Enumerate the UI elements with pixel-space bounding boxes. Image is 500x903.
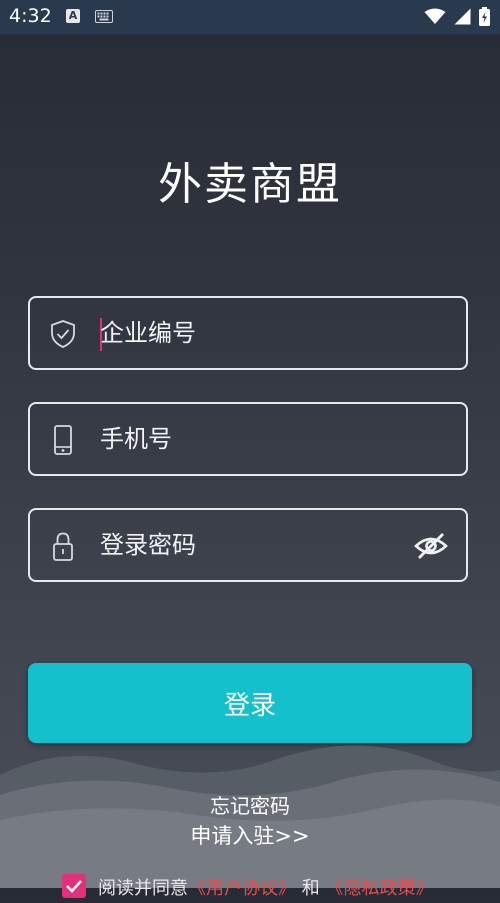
status-icons [424,7,490,26]
phone-input[interactable] [100,421,400,457]
agreement-text: 阅读并同意《用户协议》 和 《隐私政策》 [98,874,433,900]
signal-icon [454,8,471,25]
wifi-icon [424,8,446,24]
agreement-conjunction: 和 [301,878,320,899]
check-icon [66,880,82,893]
login-button[interactable]: 登录 [28,663,472,743]
agreement-row: 阅读并同意《用户协议》 和 《隐私政策》 [62,870,482,900]
eye-off-icon[interactable] [414,532,448,560]
status-time: 4:32 [9,5,52,27]
battery-icon [479,7,490,26]
app-title: 外卖商盟 [158,159,342,210]
company-id-field[interactable] [28,296,468,370]
agreement-prefix: 阅读并同意 [98,878,188,899]
password-field[interactable] [28,508,468,582]
keyboard-icon [95,10,113,23]
a-notification-icon: A [66,9,80,23]
user-agreement-link[interactable]: 《用户协议》 [188,878,296,899]
privacy-policy-link[interactable]: 《隐私政策》 [325,878,433,899]
phone-field[interactable] [28,402,468,476]
password-input[interactable] [100,527,400,563]
phone-icon [54,425,72,455]
forgot-password-link[interactable]: 忘记密码 [0,790,500,819]
shield-check-icon [51,320,75,348]
company-id-input[interactable] [100,315,400,351]
agree-checkbox[interactable] [62,874,86,898]
lock-icon [53,532,73,561]
register-link[interactable]: 申请入驻>> [0,820,500,850]
status-bar: 4:32 A [0,0,500,34]
